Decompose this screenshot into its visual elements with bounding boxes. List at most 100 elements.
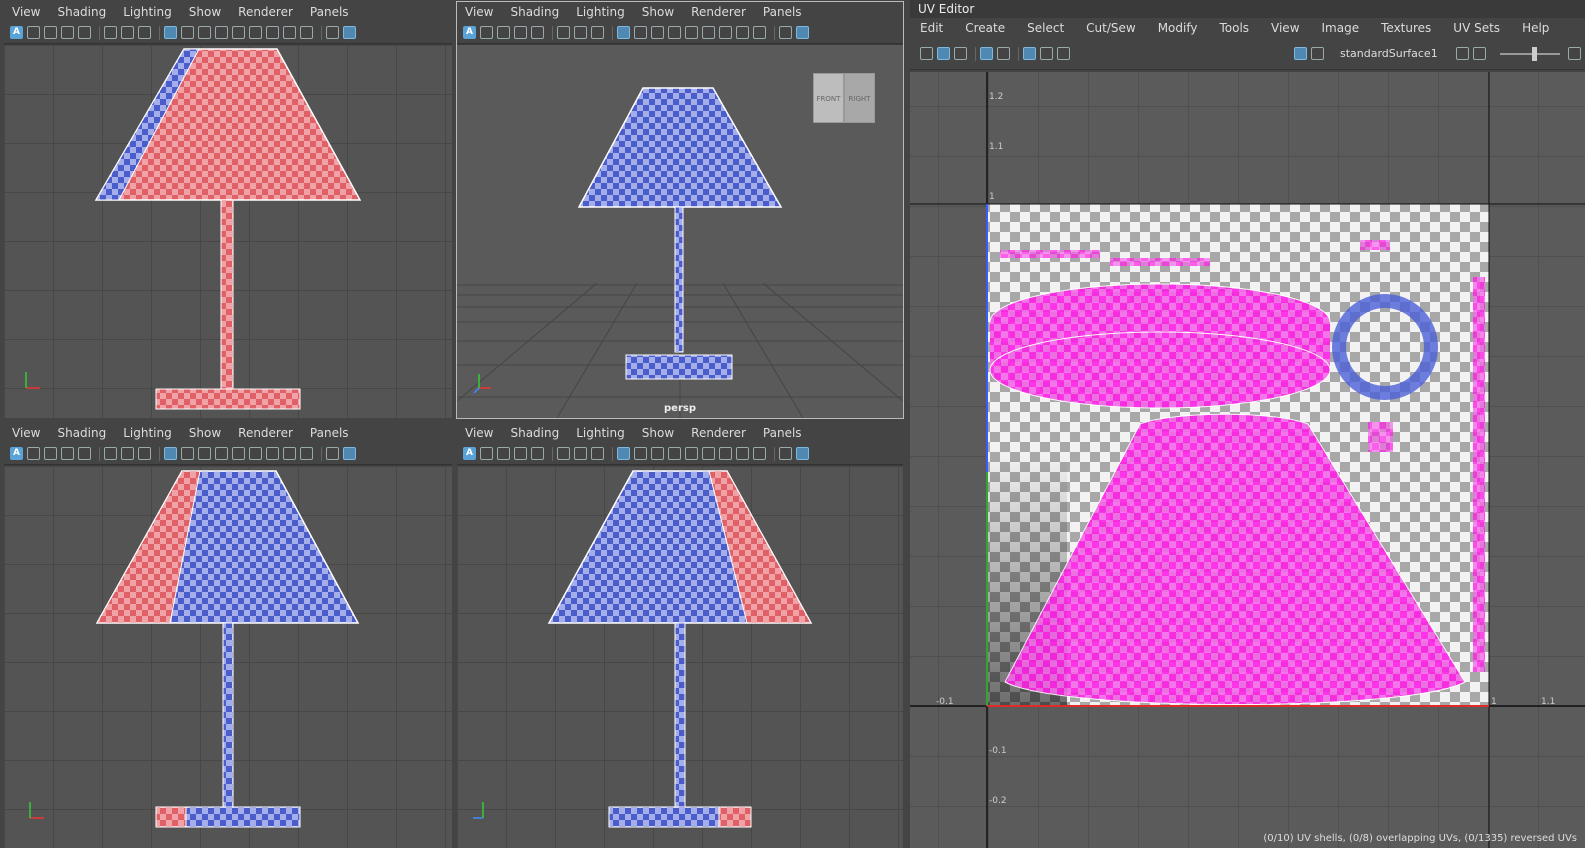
camera-attr-icon[interactable] [27, 447, 40, 460]
view-cube-right[interactable]: RIGHT [844, 73, 875, 123]
menu-lighting[interactable]: Lighting [576, 5, 625, 19]
isolate-icon[interactable] [736, 447, 749, 460]
menu-renderer[interactable]: Renderer [691, 5, 746, 19]
uv-menu-edit[interactable]: Edit [920, 21, 943, 35]
xray-icon[interactable] [266, 447, 279, 460]
menu-panels[interactable]: Panels [763, 426, 802, 440]
uv-menu-cutsew[interactable]: Cut/Sew [1086, 21, 1136, 35]
shaded-cube-icon[interactable] [343, 447, 356, 460]
textured-icon[interactable] [668, 447, 681, 460]
menu-lighting[interactable]: Lighting [576, 426, 625, 440]
uv-menu-modify[interactable]: Modify [1158, 21, 1198, 35]
film-gate-icon[interactable] [78, 447, 91, 460]
camera-attr-icon[interactable] [480, 447, 493, 460]
camera-icon[interactable] [104, 447, 117, 460]
menu-panels[interactable]: Panels [763, 5, 802, 19]
menu-show[interactable]: Show [189, 5, 221, 19]
menu-lighting[interactable]: Lighting [123, 5, 172, 19]
xray-icon[interactable] [266, 26, 279, 39]
smooth-shade-icon[interactable] [198, 447, 211, 460]
lock-camera-icon[interactable] [121, 26, 134, 39]
menu-renderer[interactable]: Renderer [691, 426, 746, 440]
viewport-canvas[interactable] [4, 466, 452, 848]
image-plane-icon[interactable] [514, 26, 527, 39]
smooth-shade-icon[interactable] [651, 447, 664, 460]
select-camera-icon[interactable]: A [10, 447, 23, 460]
select-camera-icon[interactable]: A [463, 447, 476, 460]
uv-checker-toggle-icon[interactable] [1311, 47, 1324, 60]
textured-icon[interactable] [215, 447, 228, 460]
uv-extra-icon[interactable] [1568, 47, 1581, 60]
pencil-icon[interactable] [591, 26, 604, 39]
menu-panels[interactable]: Panels [310, 426, 349, 440]
lights-icon[interactable] [232, 26, 245, 39]
film-gate-icon[interactable] [531, 447, 544, 460]
film-gate-icon[interactable] [531, 26, 544, 39]
text-icon[interactable] [753, 26, 766, 39]
uv-menu-view[interactable]: View [1271, 21, 1299, 35]
select-camera-icon[interactable]: A [463, 26, 476, 39]
camera-icon[interactable] [557, 26, 570, 39]
uv-shell-icon[interactable] [920, 47, 933, 60]
text-icon[interactable] [753, 447, 766, 460]
menu-shading[interactable]: Shading [510, 426, 559, 440]
grid-icon[interactable] [164, 26, 177, 39]
cube-icon[interactable] [779, 447, 792, 460]
uv-gamma-icon[interactable] [1473, 47, 1486, 60]
menu-show[interactable]: Show [642, 5, 674, 19]
shadows-icon[interactable] [702, 447, 715, 460]
pencil-icon[interactable] [138, 26, 151, 39]
camera-icon[interactable] [104, 26, 117, 39]
textured-icon[interactable] [668, 26, 681, 39]
menu-view[interactable]: View [12, 5, 40, 19]
xray-icon[interactable] [719, 26, 732, 39]
shadows-icon[interactable] [702, 26, 715, 39]
viewport-persp[interactable]: View Shading Lighting Show Renderer Pane… [456, 1, 904, 419]
shadows-icon[interactable] [249, 447, 262, 460]
uv-exposure-icon[interactable] [1456, 47, 1469, 60]
uv-pixel-snap-icon[interactable] [1040, 47, 1053, 60]
uv-menu-create[interactable]: Create [965, 21, 1005, 35]
view-cube[interactable]: FRONT RIGHT [813, 73, 875, 123]
image-plane-icon[interactable] [514, 447, 527, 460]
xray-icon[interactable] [719, 447, 732, 460]
uv-image-display-icon[interactable] [1294, 47, 1307, 60]
camera-attr-icon[interactable] [480, 26, 493, 39]
grid-icon[interactable] [164, 447, 177, 460]
uv-menu-textures[interactable]: Textures [1381, 21, 1431, 35]
wireframe-icon[interactable] [634, 26, 647, 39]
lights-icon[interactable] [685, 447, 698, 460]
uv-menu-select[interactable]: Select [1027, 21, 1064, 35]
viewport-canvas[interactable] [457, 466, 903, 848]
grid-icon[interactable] [617, 26, 630, 39]
shaded-cube-icon[interactable] [343, 26, 356, 39]
pencil-icon[interactable] [591, 447, 604, 460]
text-icon[interactable] [300, 26, 313, 39]
menu-renderer[interactable]: Renderer [238, 5, 293, 19]
uv-snapshot-icon[interactable] [1057, 47, 1070, 60]
uv-dim-slider[interactable] [1500, 46, 1560, 61]
menu-lighting[interactable]: Lighting [123, 426, 172, 440]
select-camera-icon[interactable]: A [10, 26, 23, 39]
uv-menu-help[interactable]: Help [1522, 21, 1549, 35]
menu-shading[interactable]: Shading [57, 5, 106, 19]
isolate-icon[interactable] [283, 26, 296, 39]
uv-checker-icon[interactable] [937, 47, 950, 60]
isolate-icon[interactable] [736, 26, 749, 39]
isolate-icon[interactable] [283, 447, 296, 460]
bookmark-icon[interactable] [497, 447, 510, 460]
bookmark-icon[interactable] [44, 26, 57, 39]
uv-grid-icon[interactable] [1023, 47, 1036, 60]
menu-view[interactable]: View [12, 426, 40, 440]
uv-shaded-icon[interactable] [954, 47, 967, 60]
wireframe-icon[interactable] [634, 447, 647, 460]
camera-icon[interactable] [557, 447, 570, 460]
uv-menu-tools[interactable]: Tools [1219, 21, 1249, 35]
text-icon[interactable] [300, 447, 313, 460]
pencil-icon[interactable] [138, 447, 151, 460]
viewport-canvas[interactable]: FRONT RIGHT persp [457, 45, 903, 418]
view-cube-front[interactable]: FRONT [813, 73, 844, 123]
viewport-side[interactable]: View Shading Lighting Show Renderer Pane… [457, 423, 903, 848]
film-gate-icon[interactable] [78, 26, 91, 39]
image-plane-icon[interactable] [61, 447, 74, 460]
